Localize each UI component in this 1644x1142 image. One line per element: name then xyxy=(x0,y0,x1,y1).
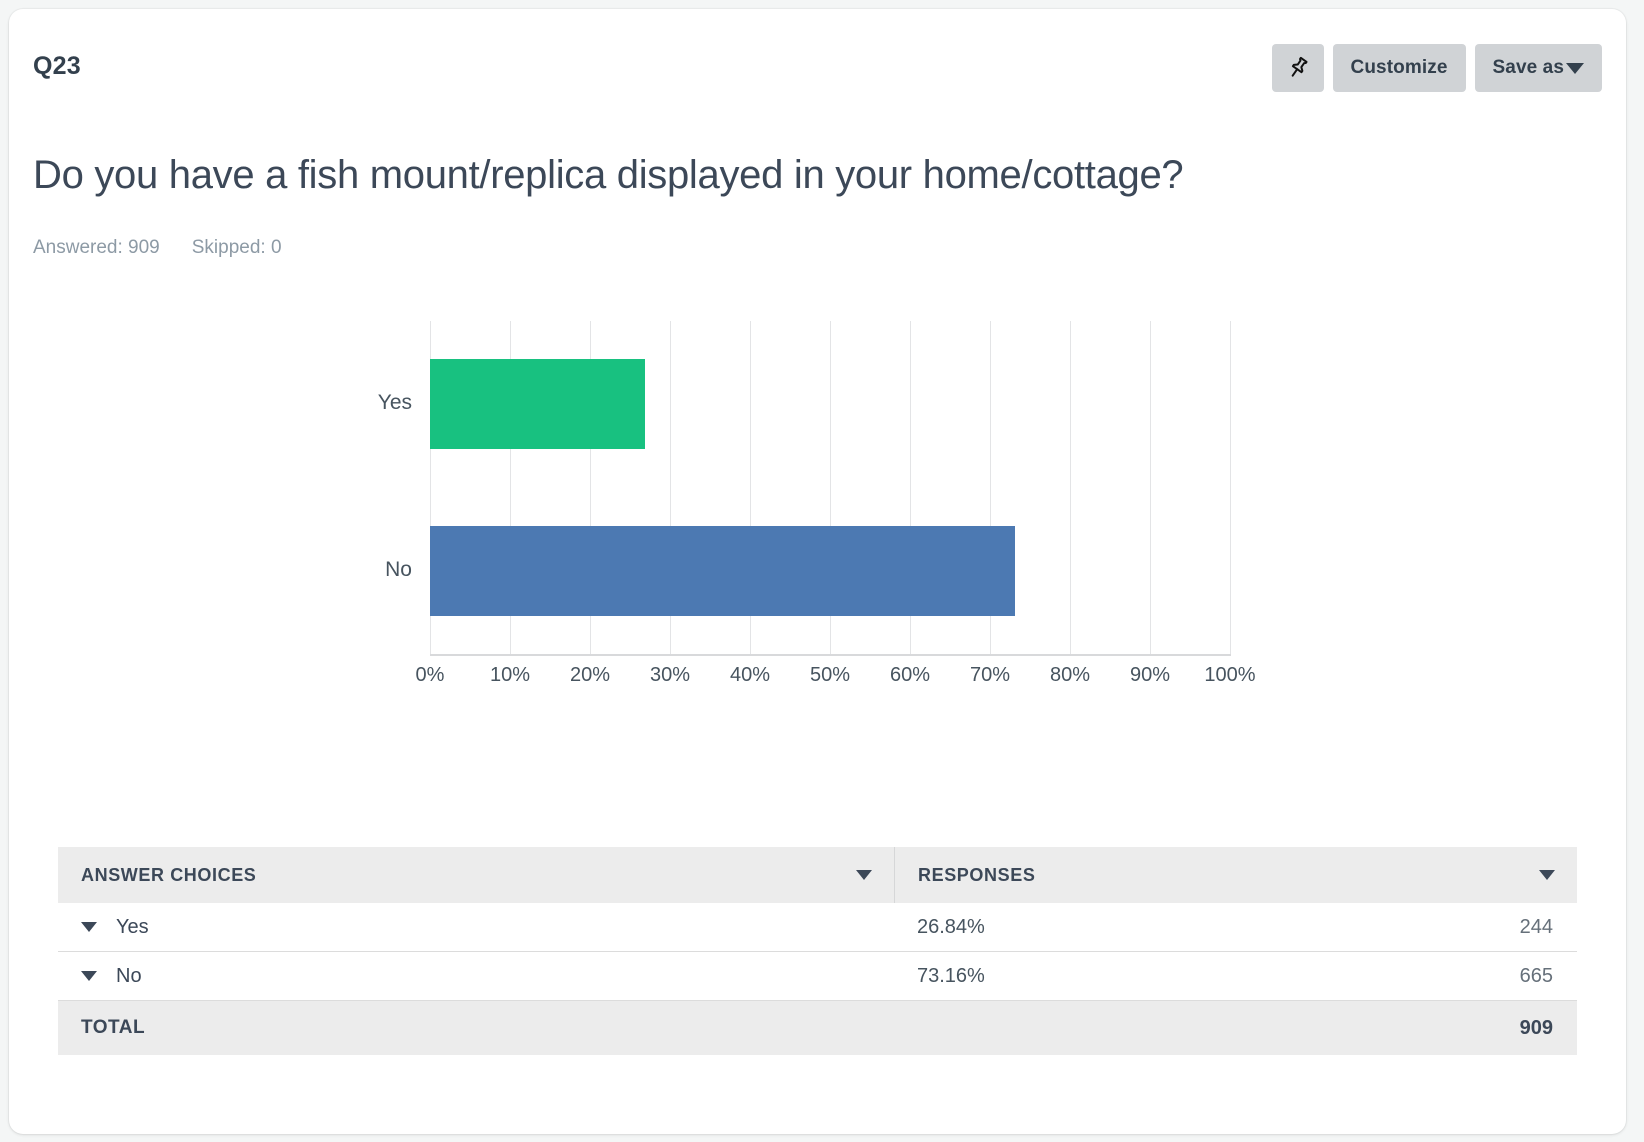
cell-count: 665 xyxy=(1519,964,1553,987)
table-header-row: ANSWER CHOICES RESPONSES xyxy=(58,847,1577,903)
chart-x-tick: 80% xyxy=(1049,664,1091,686)
question-result-card: Q23 Customize Save as Do you have a fish… xyxy=(9,9,1626,1134)
column-label-responses: RESPONSES xyxy=(918,864,1036,885)
customize-button[interactable]: Customize xyxy=(1332,44,1466,92)
header-actions: Customize Save as xyxy=(1271,44,1602,92)
table-row[interactable]: No 73.16% 665 xyxy=(58,952,1577,1001)
chart-gridline xyxy=(1070,321,1071,654)
cell-percent: 73.16% xyxy=(917,964,985,987)
bar-chart: Yes No 0% 10% 20% 30% 40% 50% 60% 70% 80% 90% 100% xyxy=(9,309,1626,709)
total-count: 909 xyxy=(1519,1016,1553,1039)
save-as-button[interactable]: Save as xyxy=(1474,44,1602,92)
answer-choice-label: No xyxy=(116,964,142,987)
chart-category-labels: Yes No xyxy=(259,321,412,654)
table-header-answer-choices[interactable]: ANSWER CHOICES xyxy=(58,847,894,903)
chart-x-tick: 30% xyxy=(649,664,691,686)
chart-bar xyxy=(430,359,645,450)
chart-x-tick: 50% xyxy=(809,664,851,686)
cell-count: 244 xyxy=(1519,915,1553,938)
chart-x-tick-labels: 0% 10% 20% 30% 40% 50% 60% 70% 80% 90% 100% xyxy=(416,664,1256,694)
chart-gridline xyxy=(1230,321,1231,654)
skipped-count: Skipped: 0 xyxy=(191,237,282,258)
chart-x-tick: 60% xyxy=(889,664,931,686)
responses-table: ANSWER CHOICES RESPONSES Yes 26.84% 244 xyxy=(58,847,1577,1055)
chart-category-label: No xyxy=(385,557,412,581)
chart-category-label: Yes xyxy=(377,391,412,415)
sort-caret-icon[interactable] xyxy=(1539,870,1555,880)
pin-button[interactable] xyxy=(1271,44,1324,92)
page-root: Q23 Customize Save as Do you have a fish… xyxy=(0,0,1644,1142)
chart-x-tick: 100% xyxy=(1204,664,1256,686)
chart-x-tick: 10% xyxy=(489,664,531,686)
table-header-responses[interactable]: RESPONSES xyxy=(894,847,1577,903)
cell-percent: 26.84% xyxy=(917,915,985,938)
page-title: Q23 xyxy=(33,52,81,80)
expand-caret-icon[interactable] xyxy=(81,922,97,932)
chart-gridline xyxy=(1150,321,1151,654)
chart-x-tick: 70% xyxy=(969,664,1011,686)
cell-answer-choice: Yes xyxy=(58,916,894,939)
chart-x-tick: 40% xyxy=(729,664,771,686)
answer-choice-label: Yes xyxy=(116,915,149,938)
question-text: Do you have a fish mount/replica display… xyxy=(33,153,1184,197)
sort-caret-icon[interactable] xyxy=(856,870,872,880)
pushpin-icon xyxy=(1284,54,1312,82)
chart-x-tick: 90% xyxy=(1129,664,1171,686)
chevron-down-icon xyxy=(1566,62,1584,74)
chart-plot-area xyxy=(430,321,1231,654)
table-row[interactable]: Yes 26.84% 244 xyxy=(58,903,1577,952)
column-label-answer-choices: ANSWER CHOICES xyxy=(81,864,257,885)
response-meta: Answered: 909 Skipped: 0 xyxy=(33,237,282,259)
chart-x-tick: 20% xyxy=(569,664,611,686)
save-as-label: Save as xyxy=(1492,57,1564,78)
table-total-row: TOTAL 909 xyxy=(58,1001,1577,1055)
answered-count: Answered: 909 xyxy=(33,237,160,258)
chart-bar xyxy=(430,525,1016,616)
expand-caret-icon[interactable] xyxy=(81,971,97,981)
cell-answer-choice: No xyxy=(58,965,894,988)
card-header: Q23 Customize Save as xyxy=(9,9,1626,119)
chart-x-tick: 0% xyxy=(415,664,445,686)
chart-x-axis-line xyxy=(430,654,1231,656)
total-label: TOTAL xyxy=(81,1017,146,1038)
